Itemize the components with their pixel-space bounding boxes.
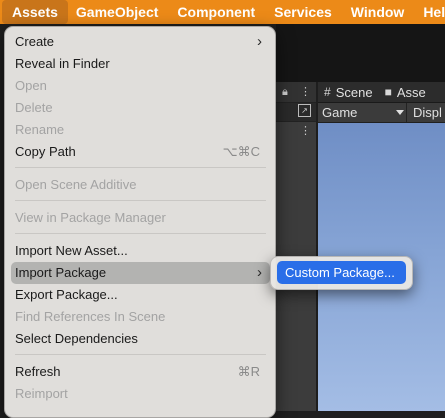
menu-item-label: Copy Path <box>15 144 76 159</box>
chevron-right-icon: › <box>257 33 262 50</box>
more-options-icon[interactable]: ⋮ <box>300 85 311 99</box>
menu-item-label: Import Package <box>15 265 107 280</box>
menu-services[interactable]: Services <box>263 0 340 24</box>
toolbar-divider <box>406 103 407 122</box>
display-dropdown[interactable]: Displ <box>413 105 442 120</box>
chevron-down-icon <box>396 110 404 115</box>
menu-item-label: Open <box>15 78 47 93</box>
menu-item-open: Open <box>11 75 270 97</box>
menu-item-rename: Rename <box>11 119 270 141</box>
tab-assets-label: Asse <box>396 84 426 100</box>
editor-toolbar <box>276 24 445 82</box>
game-dropdown-label: Game <box>322 105 358 120</box>
menu-item-label: Select Dependencies <box>15 331 138 346</box>
menu-item-import-new-asset[interactable]: Import New Asset... <box>11 240 270 262</box>
game-view-toolbar: Game Displ <box>318 103 445 123</box>
menu-item-label: Find References In Scene <box>15 309 166 324</box>
menu-item-label: Create <box>15 34 55 49</box>
menu-item-export-package[interactable]: Export Package... <box>11 284 270 306</box>
menu-assets[interactable]: Assets <box>2 0 68 24</box>
menu-item-reveal-in-finder[interactable]: Reveal in Finder <box>11 53 270 75</box>
more-options-icon-2[interactable]: ⋮ <box>300 124 311 138</box>
menu-item-view-in-package-manager: View in Package Manager <box>11 207 270 229</box>
menu-item-refresh[interactable]: Refresh ⌘R <box>11 361 270 383</box>
menu-item-label: Refresh <box>15 364 61 379</box>
menu-divider <box>15 200 266 201</box>
hierarchy-panel: 🔒︎ ⋮ ↗ ⋮ <box>276 82 316 411</box>
menu-item-open-scene-additive: Open Scene Additive <box>11 174 270 196</box>
menu-item-find-references: Find References In Scene <box>11 306 270 328</box>
menu-item-label: View in Package Manager <box>15 210 166 225</box>
menu-divider <box>15 167 266 168</box>
tab-scene-label: Scene <box>335 84 373 100</box>
menu-item-delete: Delete <box>11 97 270 119</box>
menu-item-label: Export Package... <box>15 287 118 302</box>
menu-item-reimport: Reimport <box>11 383 270 405</box>
game-dropdown[interactable]: Game <box>318 105 406 120</box>
menu-divider <box>15 354 266 355</box>
shortcut-label: ⌥⌘C <box>222 144 260 159</box>
menu-bar: Assets GameObject Component Services Win… <box>0 0 445 24</box>
menu-window[interactable]: Window <box>340 0 413 24</box>
grid-icon: # <box>324 85 331 99</box>
tab-assets[interactable]: ■ Asse <box>379 82 432 102</box>
menu-item-copy-path[interactable]: Copy Path ⌥⌘C <box>11 141 270 163</box>
menu-item-import-package[interactable]: Import Package › <box>11 262 270 284</box>
maximize-icon[interactable]: ↗ <box>298 104 311 117</box>
shortcut-label: ⌘R <box>237 364 260 379</box>
menu-item-create[interactable]: Create › <box>11 31 270 53</box>
menu-item-label: Custom Package... <box>285 265 395 280</box>
menu-item-label: Import New Asset... <box>15 243 128 258</box>
menu-item-label: Reimport <box>15 386 68 401</box>
menu-item-custom-package[interactable]: Custom Package... <box>277 261 406 284</box>
editor-tabs: # Scene ■ Asse <box>318 82 445 103</box>
menu-item-select-dependencies[interactable]: Select Dependencies <box>11 328 270 350</box>
menu-component[interactable]: Component <box>166 0 263 24</box>
menu-divider <box>15 233 266 234</box>
tab-scene[interactable]: # Scene <box>318 82 379 102</box>
menu-item-label: Rename <box>15 122 65 137</box>
menu-item-label: Reveal in Finder <box>15 56 110 71</box>
lock-icon[interactable]: 🔒︎ <box>282 85 288 99</box>
menu-help[interactable]: Help <box>412 0 445 24</box>
menu-item-label: Delete <box>15 100 53 115</box>
assets-dropdown-menu: Create › Reveal in Finder Open Delete Re… <box>4 26 276 418</box>
chevron-right-icon: › <box>257 264 262 281</box>
menu-gameobject[interactable]: GameObject <box>68 0 166 24</box>
import-package-submenu: Custom Package... <box>270 256 413 290</box>
lock-icon: ■ <box>384 85 392 99</box>
menu-item-label: Open Scene Additive <box>15 177 137 192</box>
